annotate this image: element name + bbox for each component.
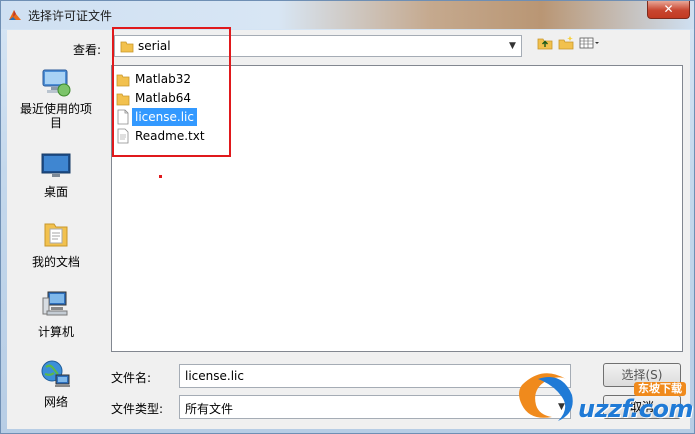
places-bar: 最近使用的项目 桌面 我的文档 计算机 网络	[15, 65, 97, 425]
new-folder-icon[interactable]	[556, 36, 576, 54]
recent-items-icon	[39, 65, 73, 99]
watermark-mark-icon	[519, 373, 573, 421]
file-type-select[interactable]: 所有文件 ▼	[179, 395, 571, 419]
window-title: 选择许可证文件	[28, 9, 113, 23]
computer-icon	[39, 288, 73, 322]
annotation-highlight-box	[112, 27, 231, 157]
place-label: 网络	[43, 395, 68, 409]
network-icon	[39, 358, 73, 392]
file-type-label: 文件类型:	[111, 402, 164, 416]
view-menu-icon[interactable]	[578, 36, 602, 54]
place-label: 计算机	[37, 325, 74, 339]
watermark-text: uzzf.com	[578, 395, 694, 423]
title-bar[interactable]: 选择许可证文件 ✕	[1, 1, 694, 29]
desktop-icon	[39, 148, 73, 182]
annotation-dot	[159, 175, 162, 178]
place-computer[interactable]: 计算机	[15, 288, 97, 339]
up-folder-icon[interactable]	[535, 36, 555, 54]
chevron-down-icon[interactable]: ▼	[504, 36, 521, 56]
matlab-icon	[9, 10, 21, 20]
look-in-label: 查看:	[73, 43, 102, 57]
documents-icon	[39, 218, 73, 252]
watermark-logo: 东坡下载 uzzf.com	[516, 365, 694, 429]
file-type-value: 所有文件	[185, 402, 234, 416]
place-label: 最近使用的项目	[19, 102, 92, 130]
place-label: 我的文档	[31, 255, 80, 269]
place-label: 桌面	[43, 185, 68, 199]
place-recent-items[interactable]: 最近使用的项目	[15, 65, 97, 130]
watermark-badge: 东坡下载	[634, 382, 686, 396]
place-network[interactable]: 网络	[15, 358, 97, 409]
place-my-documents[interactable]: 我的文档	[15, 218, 97, 269]
file-dialog: 选择许可证文件 ✕ 查看: serial ▼ 最近使用的项目 桌面 我的文档 计…	[0, 0, 695, 434]
place-desktop[interactable]: 桌面	[15, 148, 97, 199]
file-name-label: 文件名:	[111, 371, 152, 385]
close-button[interactable]: ✕	[647, 1, 690, 19]
file-name-input[interactable]: license.lic	[179, 364, 571, 388]
